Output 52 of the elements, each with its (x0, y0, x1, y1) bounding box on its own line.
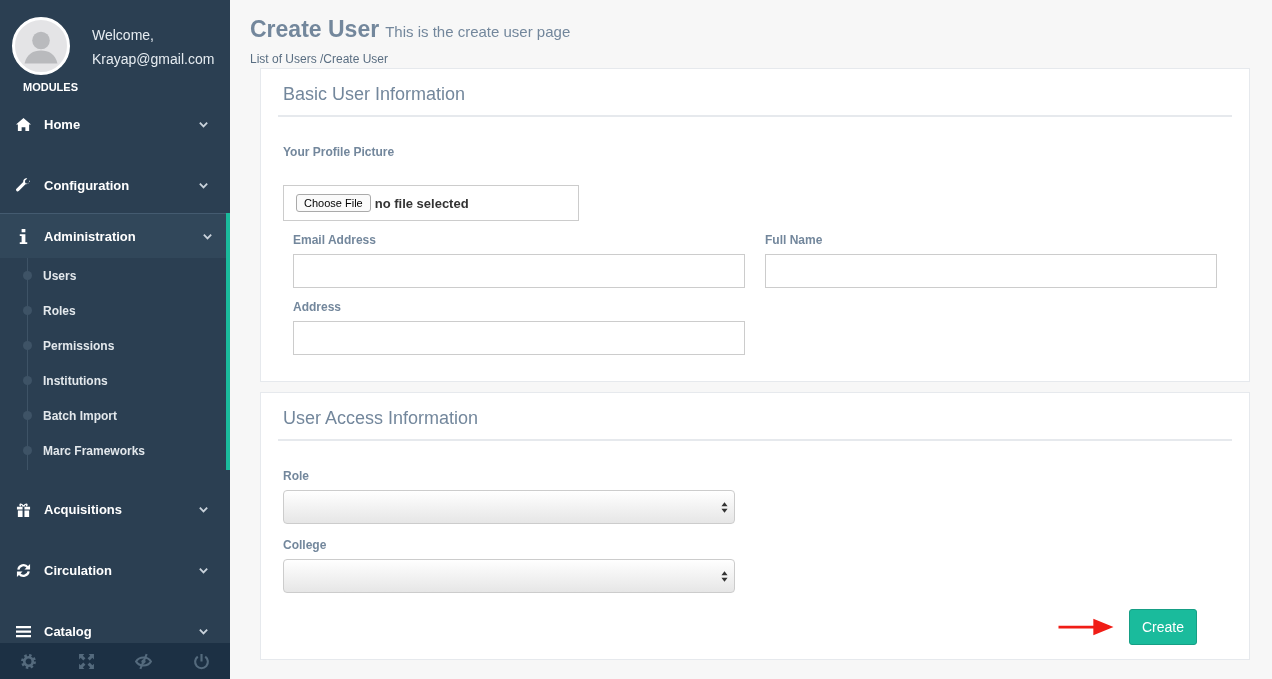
nav-label: Home (44, 116, 82, 132)
nav-label: Catalog (44, 623, 93, 639)
eye-slash-icon (135, 652, 153, 670)
choose-file-button[interactable]: Choose File (296, 194, 371, 212)
select-dropdown[interactable] (283, 559, 735, 593)
submenu-item[interactable]: Users (43, 268, 77, 283)
welcome-text: Welcome, (92, 27, 155, 43)
up-down-arrows-icon (721, 570, 728, 582)
panel-title: Basic User Information (278, 79, 1232, 117)
select-dropdown[interactable] (283, 490, 735, 524)
file-status-text: no file selected (374, 195, 469, 211)
field-label: College (283, 538, 328, 552)
field-label: Role (283, 469, 310, 483)
text-input[interactable] (765, 254, 1217, 288)
nav-label: Acquisitions (44, 501, 123, 517)
submenu-item[interactable]: Batch Import (43, 408, 117, 423)
page-title: Create User (250, 16, 380, 43)
refresh-icon (15, 562, 32, 578)
wrench-icon (15, 177, 32, 193)
nav-label: Administration (44, 228, 137, 244)
breadcrumb: List of Users /Create User (250, 52, 390, 66)
page-subtitle: This is the create user page (385, 23, 571, 40)
arrow-icon (1056, 616, 1115, 638)
power-icon (192, 652, 210, 670)
nav-item[interactable]: Home (0, 101, 226, 147)
text-input[interactable] (293, 321, 745, 355)
file-input[interactable]: Choose File no file selected (283, 185, 579, 221)
nav-item[interactable]: Administration (0, 213, 226, 258)
home-icon (15, 116, 32, 132)
modules-label: MODULES (23, 81, 78, 93)
field-label: Your Profile Picture (283, 145, 396, 159)
nav-label: Circulation (44, 562, 113, 578)
settings-icon (20, 652, 38, 670)
field-label: Email Address (293, 233, 377, 247)
submenu-item[interactable]: Roles (43, 303, 76, 318)
nav-item[interactable]: Circulation (0, 547, 226, 593)
nav-item[interactable]: Configuration (0, 162, 226, 208)
submenu-item[interactable]: Marc Frameworks (43, 443, 146, 458)
submenu-item[interactable]: Permissions (43, 338, 115, 353)
fullscreen-icon (77, 652, 95, 670)
field-label: Full Name (765, 233, 824, 247)
field-label: Address (293, 300, 343, 314)
up-down-arrows-icon (721, 501, 728, 513)
user-email: Krayap@gmail.com (92, 51, 215, 67)
submenu-item[interactable]: Institutions (43, 373, 108, 388)
nav-label: Configuration (44, 177, 131, 193)
gift-icon (15, 501, 32, 517)
panel-title: User Access Information (278, 403, 1232, 441)
text-input[interactable] (293, 254, 745, 288)
menu-icon (15, 623, 32, 639)
nav-item[interactable]: Acquisitions (0, 486, 226, 532)
nav-item[interactable]: Catalog (0, 608, 226, 643)
